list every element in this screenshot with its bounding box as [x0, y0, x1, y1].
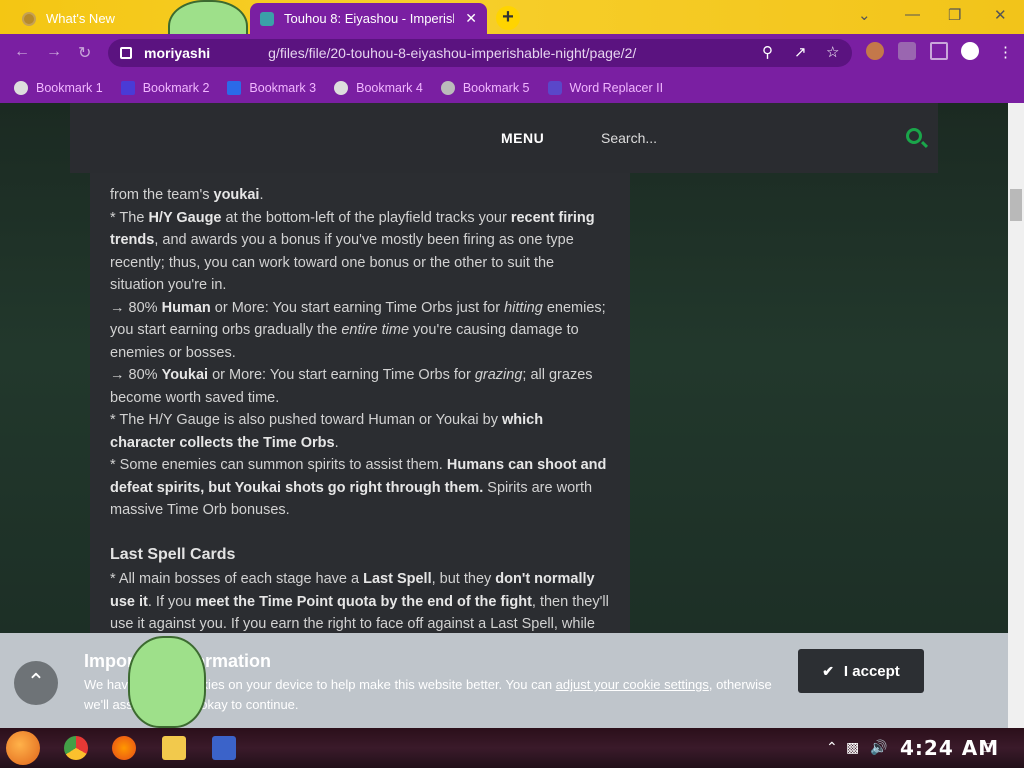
- bookmark-item[interactable]: Bookmark 4: [334, 80, 423, 95]
- app-taskbar-icon[interactable]: [212, 736, 236, 760]
- cookie-settings-link[interactable]: adjust your cookie settings: [556, 677, 709, 692]
- close-window-icon[interactable]: ✕: [994, 6, 1007, 24]
- chrome-taskbar-icon[interactable]: [64, 736, 88, 760]
- address-bar[interactable]: moriyashi g/files/file/20-touhou-8-eiyas…: [108, 39, 852, 67]
- paragraph-push: * The H/Y Gauge is also pushed toward Hu…: [110, 412, 544, 451]
- extension-avatar-icon[interactable]: [866, 42, 884, 60]
- back-icon[interactable]: ←: [14, 43, 30, 61]
- site-favicon-icon: [260, 11, 274, 26]
- profile-icon[interactable]: [961, 42, 979, 60]
- tab-strip: What's New Touhou 8: Eiyashou - Imperish…: [0, 0, 1024, 34]
- side-panel-icon[interactable]: [930, 42, 948, 60]
- network-icon[interactable]: ▩: [846, 739, 859, 756]
- globe-icon: [334, 80, 349, 95]
- reload-icon[interactable]: ↻: [78, 43, 91, 63]
- chrome-icon: [22, 11, 36, 26]
- tray-chevron-icon[interactable]: ⌃: [826, 739, 838, 756]
- bookmark-item[interactable]: Bookmark 5: [440, 80, 530, 95]
- paragraph-teams: from the team's youkai.: [110, 187, 264, 203]
- url-host: moriyashi: [144, 45, 211, 61]
- bookmark-star-icon[interactable]: ☆: [826, 43, 839, 61]
- paragraph-spirits: * Some enemies can summon spirits to ass…: [110, 457, 607, 518]
- bookmarks-bar: Bookmark 1 Bookmark 2 Bookmark 3 Bookmar…: [0, 72, 1024, 103]
- paragraph-youkai: → 80% Youkai or More: You start earning …: [110, 367, 593, 406]
- kebab-menu-icon[interactable]: ⋮: [998, 43, 1013, 61]
- bookmark-favicon-icon: [440, 80, 455, 95]
- notifications-icon[interactable]: □: [982, 739, 990, 755]
- word-replacer-icon: [547, 80, 562, 95]
- bookmark-item[interactable]: Bookmark 2: [120, 80, 209, 95]
- tab-search-icon[interactable]: ⌄: [858, 6, 871, 24]
- forward-icon[interactable]: →: [46, 43, 62, 61]
- back-to-top-button[interactable]: ⌃: [14, 661, 58, 705]
- restore-icon[interactable]: ❐: [948, 6, 961, 24]
- zoom-search-icon[interactable]: ⚲: [762, 43, 773, 61]
- start-icon[interactable]: [6, 731, 40, 765]
- close-tab-icon[interactable]: ✕: [465, 10, 477, 27]
- search-input[interactable]: Search...: [601, 130, 657, 146]
- tab-title: Touhou 8: Eiyashou - Imperishable Night: [284, 11, 454, 26]
- tab-touhou[interactable]: Touhou 8: Eiyashou - Imperishable Night …: [250, 3, 487, 34]
- file-explorer-icon[interactable]: [162, 736, 186, 760]
- accept-cookies-button[interactable]: ✔ I accept: [798, 649, 924, 693]
- firefox-taskbar-icon[interactable]: [112, 736, 136, 760]
- taskbar: ⌃ ▩ 🔊 4:24 AM □: [0, 728, 1024, 768]
- bookmark-item[interactable]: Bookmark 3: [227, 80, 316, 95]
- scrollbar-thumb[interactable]: [1010, 189, 1022, 221]
- new-tab-button[interactable]: +: [496, 6, 520, 30]
- bookmark-favicon-icon: [227, 80, 242, 95]
- character-sticker-icon: [128, 636, 206, 728]
- extensions-puzzle-icon[interactable]: [898, 42, 916, 60]
- section-heading: Last Spell Cards: [110, 545, 236, 563]
- tab-title: What's New: [46, 11, 115, 26]
- paragraph-gauge: * The H/Y Gauge at the bottom-left of th…: [110, 209, 595, 294]
- check-icon: ✔: [822, 662, 834, 679]
- lock-icon: [120, 47, 132, 59]
- volume-icon[interactable]: 🔊: [870, 739, 887, 756]
- share-icon[interactable]: ↗: [794, 43, 807, 61]
- search-icon[interactable]: [906, 128, 922, 144]
- site-header: MENU Search...: [70, 103, 938, 173]
- minimize-icon[interactable]: —: [905, 6, 920, 23]
- menu-button[interactable]: MENU: [501, 130, 544, 146]
- bookmark-item[interactable]: Word Replacer II: [547, 80, 663, 95]
- bookmark-favicon-icon: [120, 80, 135, 95]
- paragraph-last-spell: * All main bosses of each stage have a L…: [110, 571, 609, 632]
- globe-icon: [14, 80, 28, 95]
- paragraph-human: → 80% Human or More: You start earning T…: [110, 299, 606, 361]
- bookmark-item[interactable]: Bookmark 1: [14, 80, 103, 95]
- accept-label: I accept: [843, 662, 900, 680]
- url-path: g/files/file/20-touhou-8-eiyashou-imperi…: [268, 45, 637, 61]
